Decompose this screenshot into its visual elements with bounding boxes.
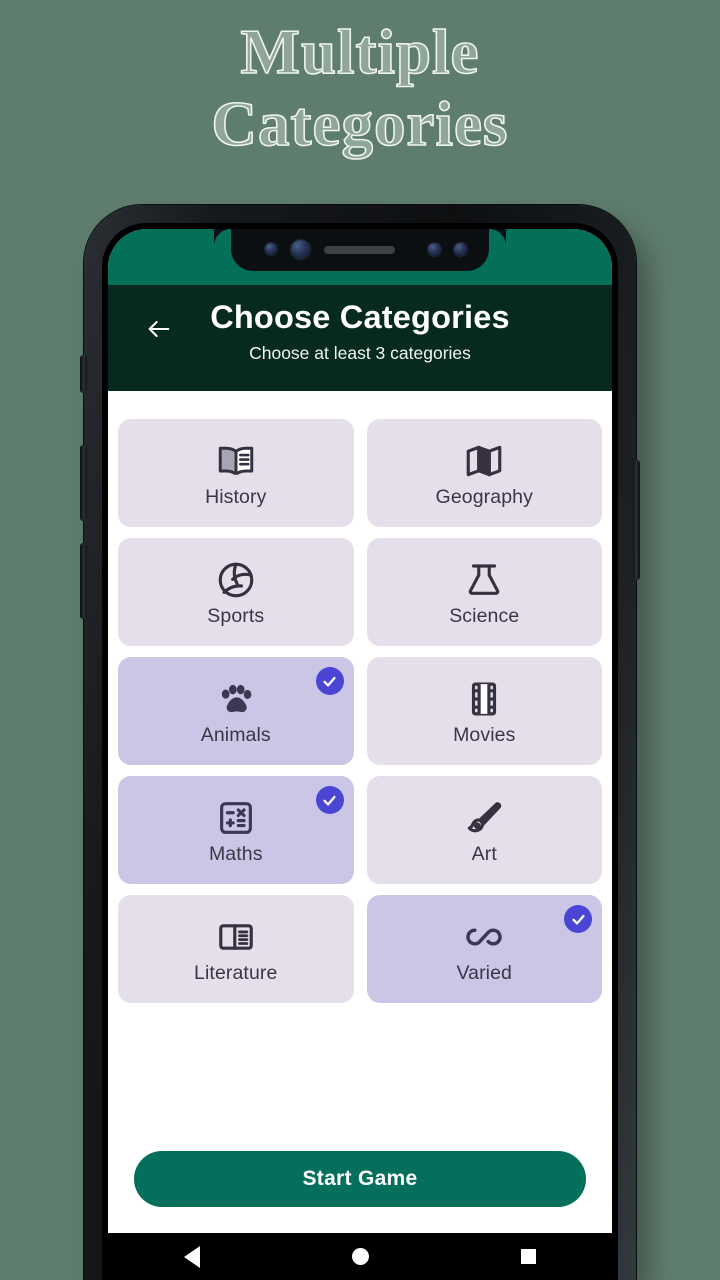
- side-button-power[interactable]: [633, 460, 640, 580]
- circle-home-icon: [351, 1248, 369, 1265]
- phone-bezel: Choose Categories Choose at least 3 cate…: [102, 223, 618, 1280]
- android-nav-bar: [108, 1233, 612, 1280]
- category-card-literature[interactable]: Literature: [118, 895, 354, 1003]
- open-book-icon: [215, 438, 257, 484]
- category-card-geography[interactable]: Geography: [366, 419, 602, 527]
- film-strip-icon: [463, 676, 505, 722]
- category-label: Animals: [200, 723, 271, 746]
- side-button-volume-up[interactable]: [80, 445, 87, 521]
- category-card-history[interactable]: History: [118, 419, 354, 527]
- flask-icon: [463, 557, 505, 603]
- paintbrush-icon: [463, 795, 505, 841]
- check-badge-icon: [564, 905, 592, 933]
- category-label: Sports: [207, 604, 265, 627]
- category-card-animals[interactable]: Animals: [118, 657, 354, 765]
- app-bar: Choose Categories Choose at least 3 cate…: [108, 285, 612, 391]
- camera-sensor-secondary-icon: [454, 243, 467, 256]
- volleyball-icon: [215, 557, 257, 603]
- category-grid: History Geography Sports Science Animals…: [118, 419, 602, 1003]
- category-card-movies[interactable]: Movies: [366, 657, 602, 765]
- category-label: Literature: [194, 961, 278, 984]
- camera-lens-icon: [265, 243, 277, 255]
- category-label: Art: [471, 842, 497, 865]
- nav-back-button[interactable]: [163, 1233, 221, 1280]
- status-bar: [108, 229, 612, 285]
- promo-headline-line-1: Multiple: [240, 16, 480, 88]
- promo-headline-line-2: Categories: [211, 88, 509, 160]
- map-icon: [463, 438, 505, 484]
- camera-lens-main-icon: [291, 240, 310, 259]
- category-label: History: [205, 485, 267, 508]
- phone-mockup: Choose Categories Choose at least 3 cate…: [80, 205, 640, 1280]
- nav-recents-button[interactable]: [499, 1233, 557, 1280]
- promo-headline: Multiple Categories: [0, 16, 720, 160]
- page-title: Choose Categories: [210, 299, 510, 335]
- notch: [214, 229, 489, 271]
- side-button-volume-down[interactable]: [80, 543, 87, 619]
- phone-screen: Choose Categories Choose at least 3 cate…: [108, 229, 612, 1280]
- earpiece-speaker: [324, 246, 395, 254]
- nav-home-button[interactable]: [331, 1233, 389, 1280]
- category-label: Maths: [208, 842, 263, 865]
- category-label: Movies: [453, 723, 516, 746]
- category-card-varied[interactable]: Varied: [366, 895, 602, 1003]
- category-label: Science: [449, 604, 520, 627]
- content-panel: History Geography Sports Science Animals…: [108, 391, 612, 1233]
- paw-icon: [215, 676, 257, 722]
- category-card-maths[interactable]: Maths: [118, 776, 354, 884]
- camera-sensor-icon: [428, 243, 441, 256]
- category-card-sports[interactable]: Sports: [118, 538, 354, 646]
- calculator-icon: [215, 795, 257, 841]
- check-badge-icon: [315, 786, 344, 814]
- category-label: Varied: [456, 961, 513, 984]
- check-badge-icon: [315, 667, 344, 695]
- page-subtitle: Choose at least 3 categories: [249, 343, 471, 363]
- side-button-mute[interactable]: [80, 355, 87, 393]
- triangle-back-icon: [184, 1245, 200, 1268]
- article-icon: [215, 914, 257, 960]
- category-label: Geography: [435, 485, 533, 508]
- infinity-icon: [462, 914, 506, 960]
- square-recents-icon: [520, 1249, 536, 1264]
- category-card-art[interactable]: Art: [366, 776, 602, 884]
- start-game-button[interactable]: Start Game: [134, 1151, 586, 1207]
- category-card-science[interactable]: Science: [366, 538, 602, 646]
